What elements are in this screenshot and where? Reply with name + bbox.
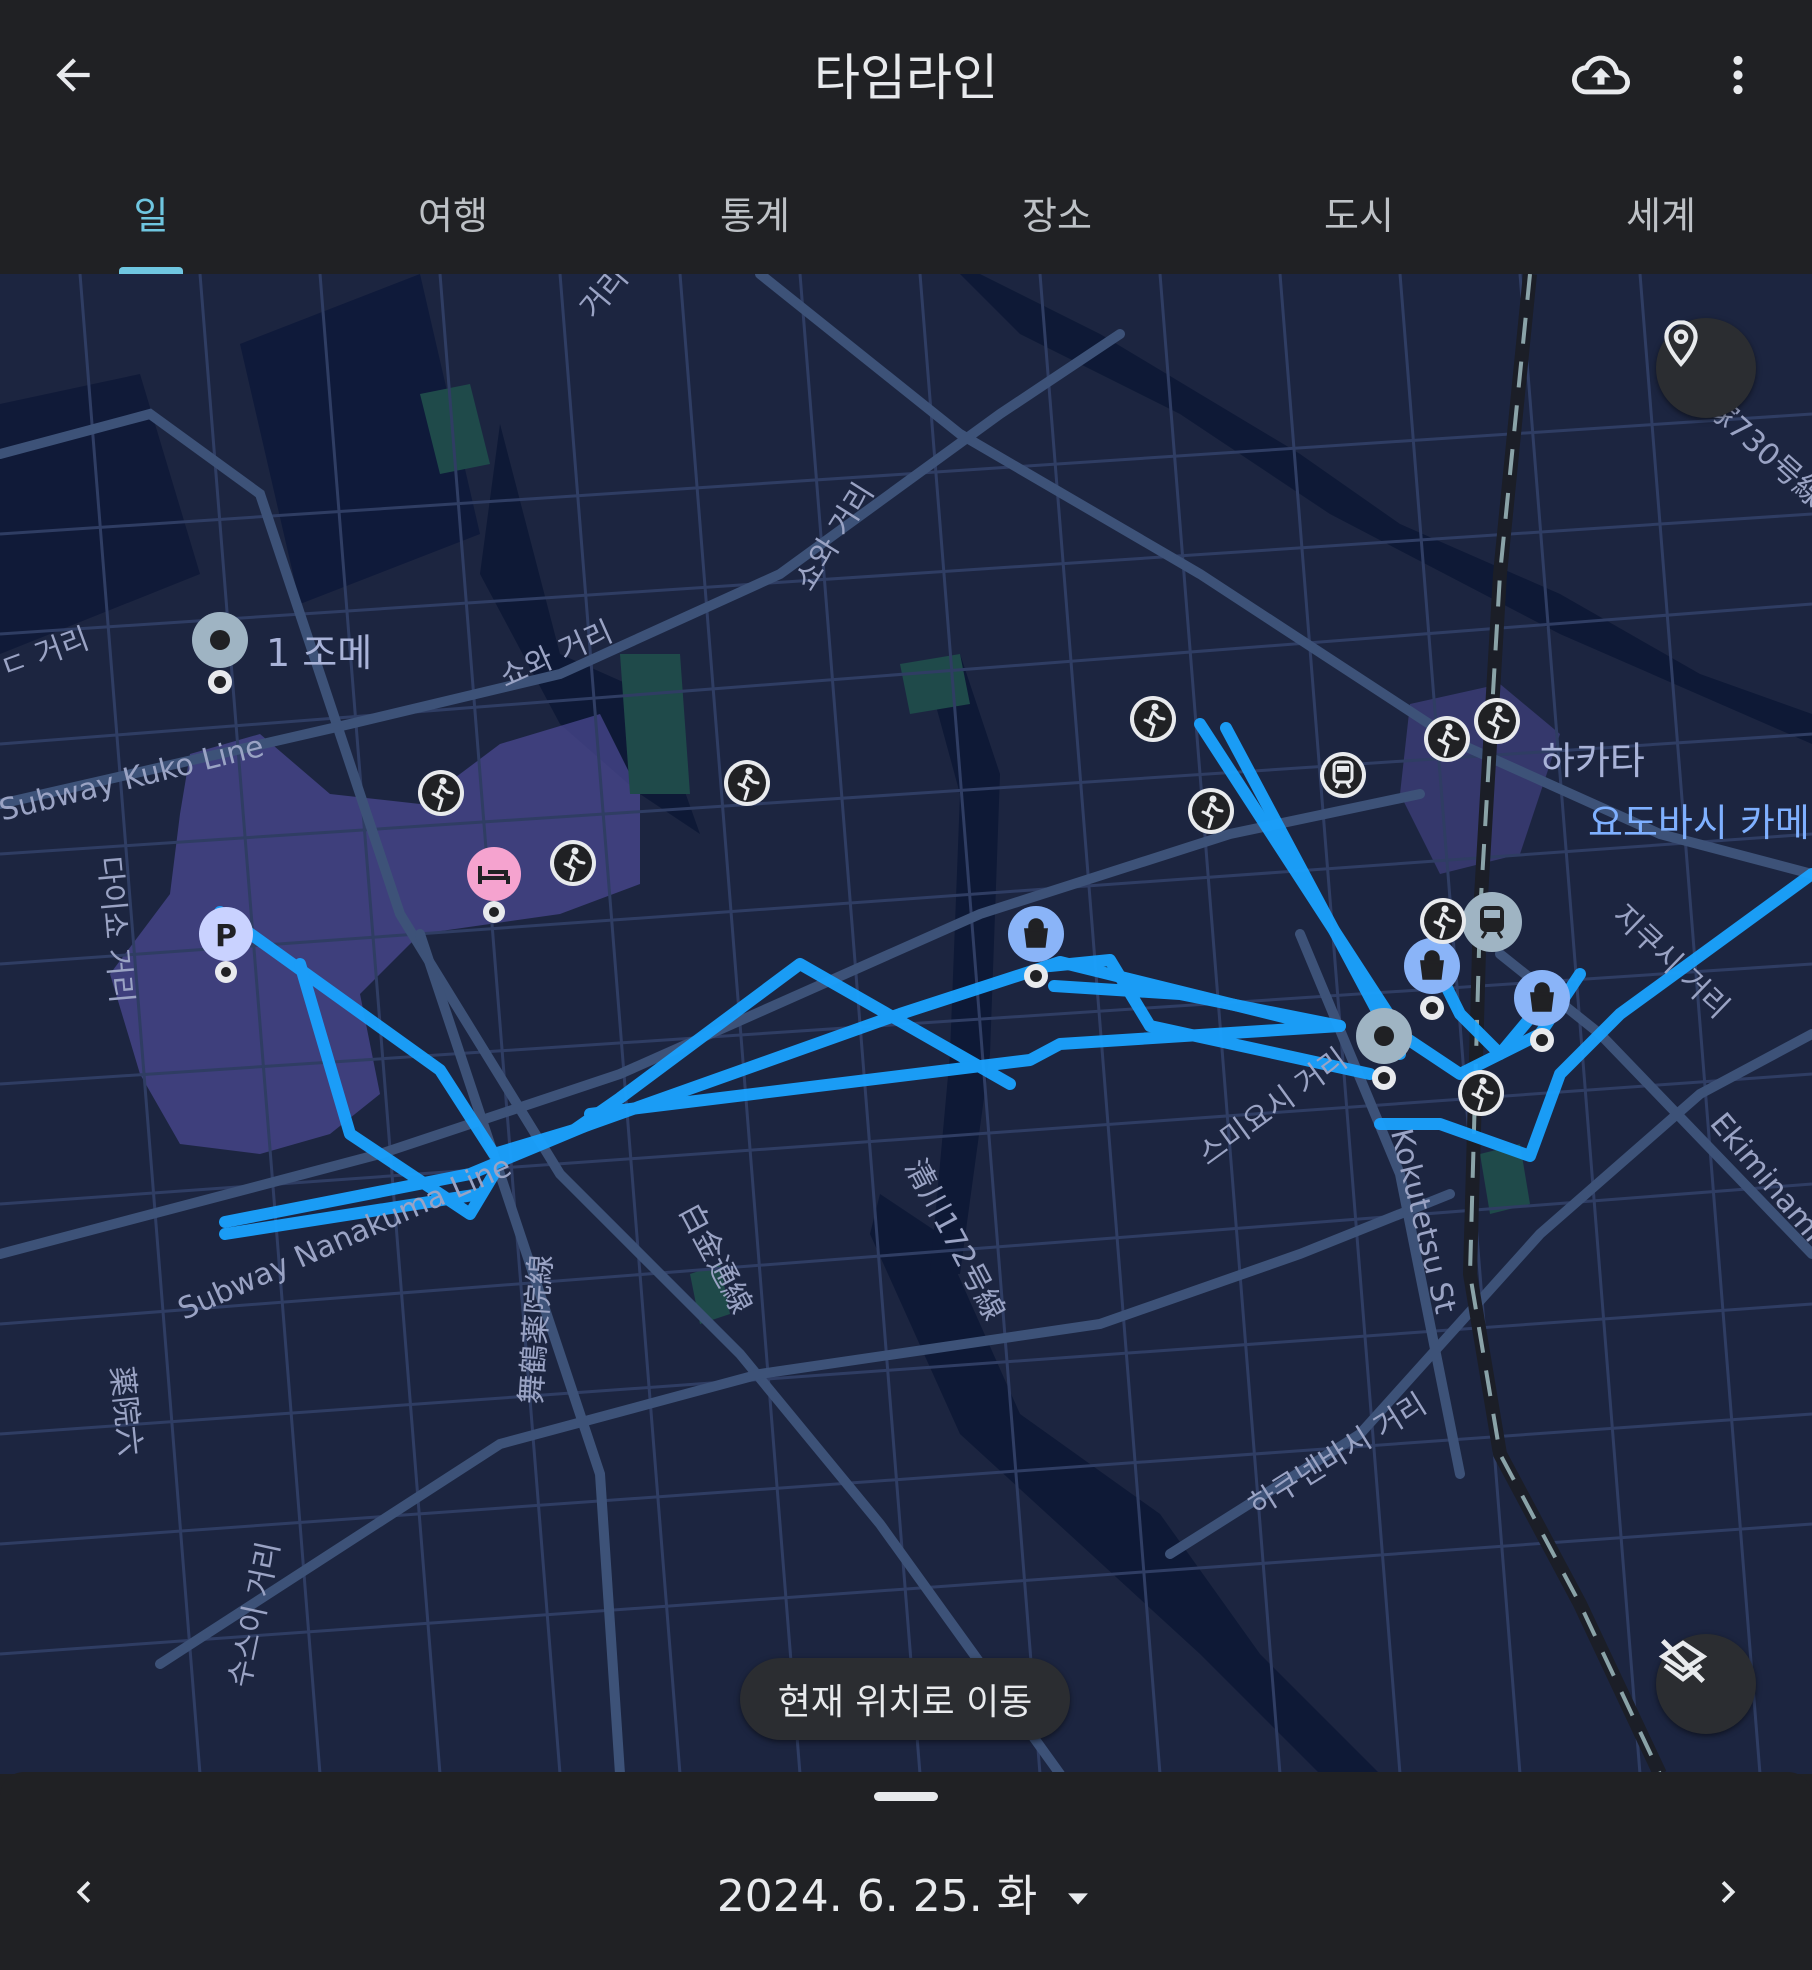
walking-icon[interactable]: [1422, 714, 1472, 764]
tab-cities-label: 도시: [1324, 193, 1394, 238]
dropdown-triangle-icon: [1068, 1893, 1089, 1905]
walking-icon[interactable]: [548, 838, 598, 888]
walking-icon[interactable]: [1418, 896, 1468, 946]
train-station-pin-icon[interactable]: [1460, 890, 1524, 954]
date-selector[interactable]: 2024. 6. 25. 화: [0, 1860, 1812, 1924]
walking-icon[interactable]: [1186, 786, 1236, 836]
parking-pin-icon[interactable]: P: [196, 906, 256, 986]
shopping-pin-icon[interactable]: [1004, 906, 1068, 990]
walking-icon[interactable]: [1456, 1068, 1506, 1118]
bottom-sheet: 2024. 6. 25. 화: [0, 1772, 1812, 1970]
shopping-pin-icon[interactable]: [1510, 970, 1574, 1054]
top-app-bar: 타임라인: [0, 0, 1812, 150]
tab-bar: 일 여행 통계 장소 도시 세계: [0, 150, 1812, 274]
subway-icon[interactable]: [1318, 750, 1368, 800]
hotel-pin-icon[interactable]: [464, 846, 524, 926]
date-label: 2024. 6. 25. 화: [716, 1871, 1038, 1922]
timeline-screen: 타임라인 일 여행 통계 장소 도시 세계 1 조메 하카타 요도바시 카메 쇼…: [0, 0, 1812, 1970]
tab-places[interactable]: 장소: [906, 150, 1208, 274]
tab-insights[interactable]: 통계: [604, 150, 906, 274]
visit-pin-icon[interactable]: [188, 612, 252, 696]
map-label-hakata: 하카타: [1540, 739, 1645, 783]
tab-indicator: [119, 267, 183, 274]
cloud-upload-icon[interactable]: [1556, 30, 1646, 120]
recenter-button[interactable]: 현재 위치로 이동: [740, 1658, 1070, 1740]
map-label-yodobashi: 요도바시 카메라: [1588, 801, 1812, 845]
walking-icon[interactable]: [1128, 694, 1178, 744]
tab-trips[interactable]: 여행: [302, 150, 604, 274]
more-vert-icon[interactable]: [1693, 30, 1783, 120]
page-title: 타임라인: [814, 49, 998, 107]
tab-day[interactable]: 일: [0, 150, 302, 274]
walking-icon[interactable]: [416, 768, 466, 818]
location-pin-icon[interactable]: [1656, 318, 1756, 418]
tab-insights-label: 통계: [720, 193, 790, 238]
map-label-yakuin: 薬院六: [103, 1364, 148, 1458]
walking-icon[interactable]: [1472, 696, 1522, 746]
chevron-right-icon[interactable]: [1688, 1852, 1768, 1932]
tab-world[interactable]: 세계: [1510, 150, 1812, 274]
shopping-pin-icon[interactable]: [1400, 938, 1464, 1022]
tab-places-label: 장소: [1022, 193, 1092, 238]
tab-world-label: 세계: [1626, 193, 1696, 238]
tab-day-label: 일: [133, 193, 169, 238]
drag-handle[interactable]: [874, 1792, 938, 1801]
tab-cities[interactable]: 도시: [1208, 150, 1510, 274]
tab-trips-label: 여행: [418, 193, 488, 238]
walking-icon[interactable]: [722, 758, 772, 808]
svg-text:P: P: [215, 919, 237, 954]
map-label-jome: 1 조메: [266, 631, 373, 675]
map-view[interactable]: 1 조메 하카타 요도바시 카메라 쇼와 거리 쇼와 거리 Subway Kuk…: [0, 274, 1812, 1774]
layers-off-icon[interactable]: [1656, 1634, 1756, 1734]
